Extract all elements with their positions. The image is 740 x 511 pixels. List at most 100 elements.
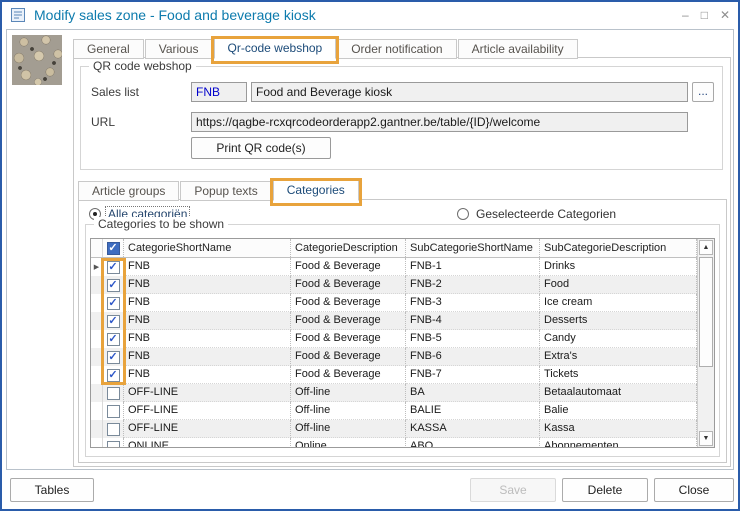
row-selector-cell[interactable] [91,402,103,420]
sales-list-name-field[interactable]: Food and Beverage kiosk [251,82,688,102]
table-row[interactable]: FNBFood & BeverageFNB-7Tickets [91,366,697,384]
table-row[interactable]: FNBFood & BeverageFNB-6Extra's [91,348,697,366]
scroll-down-icon[interactable]: ▼ [699,431,713,446]
table-cell: Abonnementen [540,438,697,447]
checkbox-cell [103,420,124,438]
modify-sales-zone-dialog: Modify sales zone - Food and beverage ki… [0,0,740,511]
maximize-icon[interactable]: □ [701,9,708,21]
close-button[interactable]: Close [654,478,734,502]
sales-list-code-field[interactable]: FNB [191,82,247,102]
table-cell: KASSA [406,420,540,438]
row-checkbox[interactable] [106,296,120,310]
row-selector-cell[interactable] [91,330,103,348]
delete-button[interactable]: Delete [562,478,648,502]
row-checkbox[interactable] [106,368,120,382]
row-selector-cell[interactable] [91,294,103,312]
row-selector-cell[interactable] [91,420,103,438]
row-checkbox[interactable] [106,278,120,292]
row-checkbox[interactable] [106,332,120,346]
table-cell: FNB-5 [406,330,540,348]
tab-categories[interactable]: Categories [269,178,362,206]
current-row-arrow-icon[interactable]: ▶ [91,258,103,276]
column-header-categorieshortname[interactable]: CategorieShortName [124,239,291,257]
table-row[interactable]: FNBFood & BeverageFNB-2Food [91,276,697,294]
minimize-icon[interactable]: – [682,9,689,21]
scrollbar-thumb[interactable] [699,257,713,367]
table-cell: Candy [540,330,697,348]
browse-button[interactable]: ... [692,82,714,102]
checkbox-column-header [103,239,124,257]
tab-label: General [87,42,130,56]
table-row[interactable]: ▶ FNBFood & BeverageFNB-1Drinks [91,258,697,276]
sub-tab-strip: Article groups Popup texts Categories [78,177,362,206]
row-checkbox[interactable] [106,422,120,436]
tab-order-notification[interactable]: Order notification [337,39,457,59]
print-qr-code-button[interactable]: Print QR code(s) [191,137,331,159]
table-cell: Food & Beverage [291,366,406,384]
checkbox-cell [103,276,124,294]
table-row[interactable]: ONLINE Online ABO Abonnementen [91,438,697,447]
tab-various[interactable]: Various [144,39,213,59]
dialog-body: General Various Qr-code webshop Order notif… [6,29,734,470]
table-row[interactable]: OFF-LINE Off-line BA Betaalautomaat [91,384,697,402]
checkbox-cell [103,258,124,276]
table-cell: Off-line [291,384,406,402]
row-selector-cell[interactable] [91,312,103,330]
table-cell: FNB-6 [406,348,540,366]
url-field[interactable]: https://qagbe-rcxqrcodeorderapp2.gantner… [191,112,688,132]
column-header-categoriedescription[interactable]: CategorieDescription [291,239,406,257]
select-all-checkbox[interactable] [106,241,120,255]
row-checkbox[interactable] [106,404,120,418]
table-row[interactable]: OFF-LINE Off-line BALIE Balie [91,402,697,420]
categories-tabpage: Alle categoriën Geselecteerde Categorien… [78,199,727,463]
close-icon[interactable]: ✕ [720,9,730,21]
row-selector-cell[interactable] [91,384,103,402]
table-cell: FNB-4 [406,312,540,330]
radio-selected-categories[interactable]: Geselecteerde Categorien [457,207,618,221]
table-cell: Kassa [540,420,697,438]
tab-article-groups[interactable]: Article groups [78,181,180,201]
checkbox-cell [103,402,124,420]
window-title: Modify sales zone - Food and beverage ki… [34,7,316,23]
table-row[interactable]: FNBFood & BeverageFNB-3Ice cream [91,294,697,312]
row-selector-cell[interactable] [91,276,103,294]
row-selector-cell[interactable] [91,366,103,384]
save-button[interactable]: Save [470,478,556,502]
table-cell: FNB [124,312,291,330]
tab-popup-texts[interactable]: Popup texts [180,181,272,201]
tab-article-availability[interactable]: Article availability [457,39,578,59]
table-cell: FNB-3 [406,294,540,312]
row-checkbox[interactable] [106,386,120,400]
table-cell: Ice cream [540,294,697,312]
tables-button[interactable]: Tables [10,478,94,502]
table-cell: Off-line [291,420,406,438]
tab-general[interactable]: General [73,39,144,59]
categories-table: CategorieShortNameCategorieDescriptionSu… [90,238,715,448]
table-cell: OFF-LINE [124,420,291,438]
table-row[interactable]: FNBFood & BeverageFNB-5Candy [91,330,697,348]
table-cell: Tickets [540,366,697,384]
qr-code-webshop-groupbox: QR code webshop Sales list FNB Food and … [80,59,723,170]
row-selector-cell[interactable] [91,438,103,447]
row-checkbox[interactable] [106,314,120,328]
row-checkbox[interactable] [106,260,120,274]
row-checkbox[interactable] [106,440,120,447]
table-cell: Food & Beverage [291,348,406,366]
tab-label: Various [158,42,199,56]
table-cell: Online [291,438,406,447]
column-header-subcategorieshortname[interactable]: SubCategorieShortName [406,239,540,257]
scroll-up-icon[interactable]: ▲ [699,240,713,255]
row-selector-cell[interactable] [91,348,103,366]
url-label: URL [91,115,116,129]
tab-qr-code-webshop[interactable]: Qr-code webshop [210,36,340,64]
column-header-subcategoriedescription[interactable]: SubCategorieDescription [540,239,697,257]
qr-code-webshop-tabpage: QR code webshop Sales list FNB Food and … [73,57,731,467]
table-row[interactable]: FNBFood & BeverageFNB-4Desserts [91,312,697,330]
radio-selected-categories-label: Geselecteerde Categorien [476,207,617,221]
table-cell: ABO [406,438,540,447]
vertical-scrollbar[interactable]: ▲ ▼ [697,239,714,447]
tab-label: Categories [286,183,345,197]
table-row[interactable]: OFF-LINE Off-line KASSA Kassa [91,420,697,438]
row-checkbox[interactable] [106,350,120,364]
checkbox-cell [103,366,124,384]
